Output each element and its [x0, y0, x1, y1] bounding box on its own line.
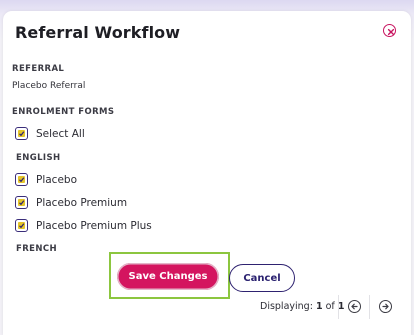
pagination-current: 1: [315, 301, 323, 312]
referral-section-label: REFERRAL: [12, 64, 65, 74]
arrow-left-circle-icon[interactable]: [348, 300, 361, 313]
select-all-label: Select All: [36, 127, 85, 140]
form-label: Placebo Premium: [36, 196, 128, 209]
referral-value: Placebo Referral: [12, 81, 86, 91]
close-icon[interactable]: [383, 24, 396, 37]
form-label: Placebo: [36, 173, 78, 186]
select-all-checkbox[interactable]: [15, 127, 28, 140]
form-checkbox[interactable]: [15, 219, 28, 232]
form-checkbox-row[interactable]: Placebo Premium Plus: [15, 219, 152, 232]
save-button-highlight: Save Changes: [109, 252, 230, 299]
pagination-status: Displaying: 1 of 1: [260, 301, 344, 312]
select-all-checkbox-row[interactable]: Select All: [15, 127, 85, 140]
arrow-right-circle-icon[interactable]: [379, 300, 392, 313]
cancel-button[interactable]: Cancel: [229, 264, 295, 292]
enrolment-section-label: ENROLMENT FORMS: [12, 107, 115, 117]
form-checkbox[interactable]: [15, 173, 28, 186]
pagination-divider: [338, 295, 339, 319]
modal-title: Referral Workflow: [15, 23, 181, 42]
group-label-french: FRENCH: [16, 244, 58, 254]
pagination-divider: [369, 295, 370, 319]
form-checkbox[interactable]: [15, 196, 28, 209]
group-label-english: ENGLISH: [16, 153, 61, 163]
form-checkbox-row[interactable]: Placebo: [15, 173, 77, 186]
pagination-prefix: Displaying:: [260, 301, 313, 312]
save-changes-button[interactable]: Save Changes: [117, 263, 219, 290]
form-checkbox-row[interactable]: Placebo Premium: [15, 196, 127, 209]
form-label: Placebo Premium Plus: [36, 219, 152, 232]
pagination-of: of: [325, 301, 335, 312]
